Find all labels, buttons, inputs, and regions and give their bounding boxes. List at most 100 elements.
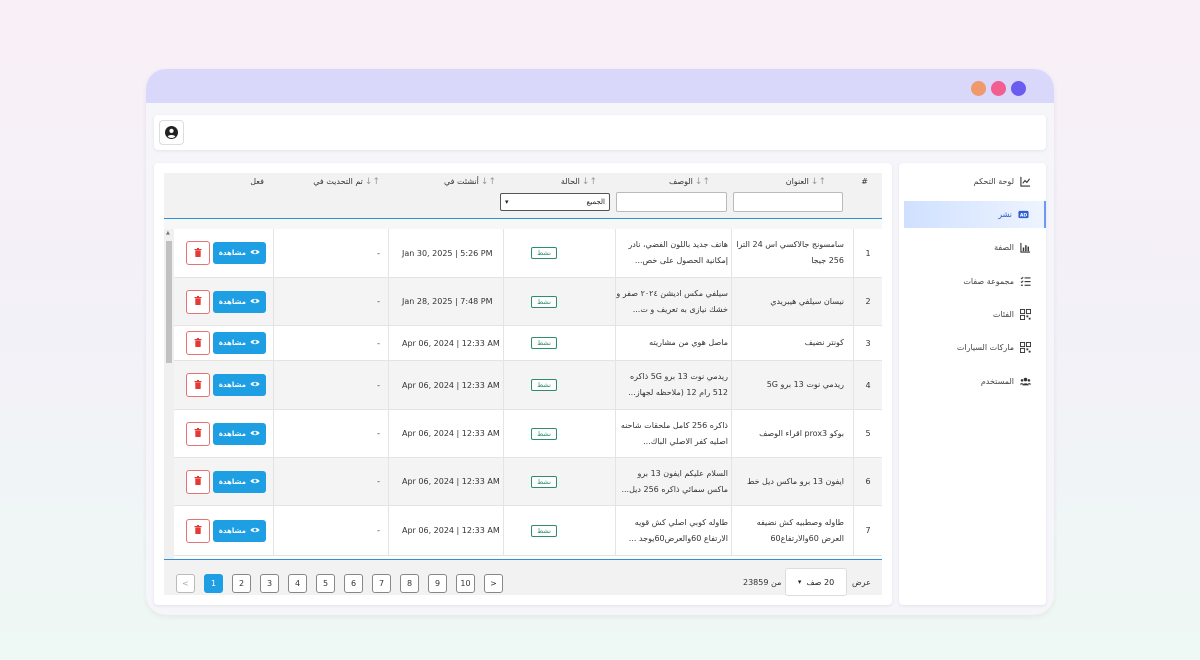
row-number: 1 [865,248,871,258]
per-page-select[interactable]: 20 صف ▾ [785,568,847,596]
row-actions: مشاهدة [172,410,272,457]
scrollbar-thumb[interactable] [166,241,172,363]
sidebar-item-attribute-groups[interactable]: مجموعة صفات [899,268,1046,295]
eye-icon [250,477,260,487]
row-status: نشط [494,410,594,457]
page-button-3[interactable]: 3 [260,574,279,593]
row-created: Jan 30, 2025 | 5:26 PM [402,248,493,258]
table-row: 1 سامسونج جالاكسي اس 24 الترا 256 جيجا ه… [174,229,882,278]
caret-down-icon: ▾ [797,578,802,586]
view-button[interactable]: مشاهدة [212,422,266,445]
status-badge: نشط [531,247,557,259]
of-label: من [771,578,782,587]
page-button-6[interactable]: 6 [344,574,363,593]
page-button-4[interactable]: 4 [288,574,307,593]
sidebar-item-dashboard[interactable]: لوحة التحكم [899,168,1046,195]
main-panel: # ↑↓العنوان ↑↓الوصف ↑↓الحالة ↑↓أنشئت في … [154,163,892,605]
page-button-2[interactable]: 2 [232,574,251,593]
trash-icon [194,476,202,487]
window-dot-pink[interactable] [991,81,1006,96]
sidebar-item-label: المستخدم [980,377,1014,386]
window-dot-orange[interactable] [971,81,986,96]
sidebar-item-label: ماركات السيارات [956,343,1014,352]
trash-icon [194,525,202,536]
view-button[interactable]: مشاهدة [212,242,266,264]
status-filter-select[interactable]: الجميع ▾ [500,193,610,211]
bar-chart-icon [1020,242,1031,253]
next-page-button[interactable]: > [484,574,503,593]
trash-icon [194,428,202,439]
row-title: سامسونج جالاكسي اس 24 الترا 256 جيجا [736,240,844,265]
delete-button[interactable] [185,331,210,355]
description-filter-input[interactable] [616,192,727,212]
sidebar-item-label: الفئات [992,310,1014,319]
sort-arrows-icon: ↑↓ [480,177,496,187]
trash-icon [194,296,202,307]
delete-button[interactable] [185,421,210,446]
row-created: Jan 28, 2025 | 7:48 PM [402,297,493,306]
svg-text:AD: AD [1020,213,1028,219]
app-window: لوحة التحكم AD نشر الصفة مجموعة صفات الف… [146,69,1054,615]
view-button[interactable]: مشاهدة [212,519,266,542]
header-updated[interactable]: ↑↓تم التحديث في [313,177,380,187]
view-button[interactable]: مشاهدة [212,470,266,493]
delete-button[interactable] [185,518,210,543]
sidebar-item-publish[interactable]: AD نشر [904,201,1046,228]
row-status: نشط [494,361,594,409]
prev-page-button[interactable]: < [176,574,195,593]
row-number: 2 [865,297,871,306]
trash-icon [194,337,202,349]
eye-icon [250,248,260,258]
delete-button[interactable] [185,289,210,314]
row-updated: - [377,429,380,438]
sidebar-item-label: مجموعة صفات [963,277,1014,286]
view-button[interactable]: مشاهدة [212,374,266,396]
header-status[interactable]: ↑↓الحالة [561,177,597,187]
page-button-5[interactable]: 5 [316,574,335,593]
sidebar-item-label: نشر [998,210,1012,219]
header-title[interactable]: ↑↓العنوان [786,177,826,187]
scroll-up-icon[interactable]: ▲ [166,230,170,236]
row-description: السلام عليكم ايفون 13 برو ماكس سمائي ذاك… [621,468,728,494]
page-button-10[interactable]: 10 [456,574,475,593]
title-filter-input[interactable] [733,192,843,212]
view-button[interactable]: مشاهدة [212,290,266,313]
row-description: طاوله كوبي اصلي كش قويه الارتفاع 60والعر… [628,517,728,543]
header-description[interactable]: ↑↓الوصف [669,177,710,187]
row-updated: - [377,338,380,348]
page-button-8[interactable]: 8 [400,574,419,593]
sort-arrows-icon: ↑↓ [810,177,826,187]
page-button-9[interactable]: 9 [428,574,447,593]
view-button[interactable]: مشاهدة [212,332,266,354]
sidebar-item-attribute[interactable]: الصفة [899,234,1046,261]
row-description: ذاكره 256 كامل ملحقات شاحنه اصليه كفر ال… [620,420,728,446]
header-created[interactable]: ↑↓أنشئت في [444,177,496,187]
sidebar-item-label: الصفة [994,243,1014,252]
row-created: Apr 06, 2024 | 12:33 AM [402,526,500,535]
window-dot-purple[interactable] [1011,81,1026,96]
table-row: 7 طاوله وصطبيه كش نضيفه العرض 60والارتفا… [174,506,882,556]
row-title: كونتر نضيف [804,338,844,347]
sidebar-item-car-brands[interactable]: ماركات السيارات [899,334,1046,361]
data-grid: # ↑↓العنوان ↑↓الوصف ↑↓الحالة ↑↓أنشئت في … [164,173,882,596]
row-number: 4 [865,380,871,390]
row-actions: مشاهدة [172,229,272,277]
row-description: هاتف جديد باللون الفضي، نادر إمكانية الح… [628,240,728,265]
delete-button[interactable] [185,373,210,397]
sidebar-item-users[interactable]: المستخدم [899,368,1046,395]
status-badge: نشط [531,475,557,488]
sidebar-item-categories[interactable]: الفئات [899,301,1046,328]
vertical-scrollbar[interactable]: ▲ [164,229,174,559]
page-button-1[interactable]: 1 [204,574,223,593]
titlebar [146,69,1054,103]
status-badge: نشط [531,379,557,391]
user-account-icon[interactable] [159,120,184,145]
delete-button[interactable] [185,469,210,494]
row-status: نشط [494,278,594,325]
page-button-7[interactable]: 7 [372,574,391,593]
row-actions: مشاهدة [172,458,272,505]
delete-button[interactable] [185,241,210,265]
chart-line-icon [1020,176,1031,187]
row-number: 5 [865,429,871,438]
row-created: Apr 06, 2024 | 12:33 AM [402,477,500,486]
